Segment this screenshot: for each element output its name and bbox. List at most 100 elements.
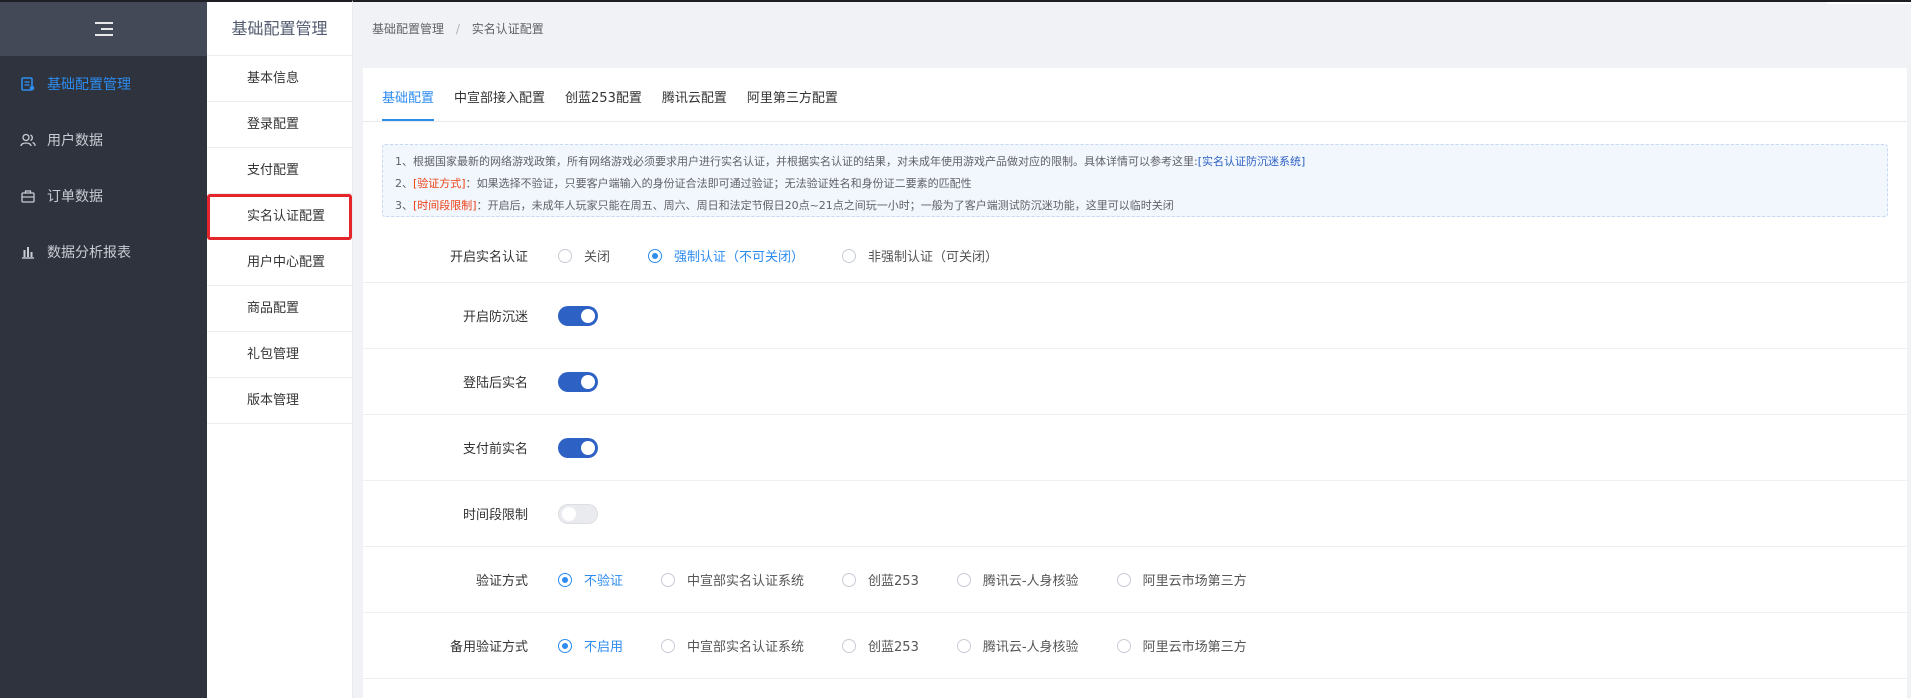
label-time-limit: 时间段限制: [462, 508, 528, 523]
submenu-item-basic-info[interactable]: 基本信息: [207, 56, 352, 102]
radio-label: 腾讯云-人身核验: [982, 640, 1079, 655]
breadcrumb-root[interactable]: 基础配置管理: [372, 22, 444, 36]
radio-label: 中宣部实名认证系统: [687, 640, 805, 655]
policy-notice: 1、根据国家最新的网络游戏政策，所有网络游戏必须要求用户进行实名认证，并根据实名…: [382, 144, 1888, 217]
notice-line-2: 2、[验证方式]：如果选择不验证，只要客户端输入的身份证合法即可通过验证；无法验…: [395, 173, 1875, 195]
submenu-item-user-center-config[interactable]: 用户中心配置: [207, 240, 352, 286]
radio-verify-tencent[interactable]: 腾讯云-人身核验: [956, 570, 1079, 589]
nav-item-config[interactable]: 基础配置管理: [0, 56, 207, 112]
config-tabs: 基础配置 中宣部接入配置 创蓝253配置 腾讯云配置 阿里第三方配置: [363, 68, 1907, 122]
tab-ali-thirdparty-config[interactable]: 阿里第三方配置: [747, 87, 838, 121]
sidebar-header: [0, 2, 207, 56]
nav-item-label: 用户数据: [47, 133, 103, 149]
notice-line-3-text: ：开启后，未成年人玩家只能在周五、周六、周日和法定节假日20点~21点之间玩一小…: [476, 199, 1174, 212]
tab-basic-config[interactable]: 基础配置: [382, 87, 435, 121]
notice-line-2-text: ：如果选择不验证，只要客户端输入的身份证合法即可通过验证；无法验证姓名和身份证二…: [465, 177, 972, 190]
radio-label: 中宣部实名认证系统: [687, 574, 805, 589]
verify-method-radio-group: 不验证 中宣部实名认证系统 创蓝253 腾讯云-人身核验 阿里云市场第三方: [548, 570, 1285, 589]
breadcrumb-current: 实名认证配置: [471, 22, 544, 36]
switch-after-login-realname[interactable]: [558, 371, 598, 392]
radio-label: 创蓝253: [868, 574, 919, 589]
radio-circle: [1116, 638, 1131, 653]
radio-circle: [956, 572, 971, 587]
radio-verify-propaganda[interactable]: 中宣部实名认证系统: [661, 570, 804, 589]
order-icon: [20, 188, 36, 204]
nav-item-label: 数据分析报表: [47, 245, 131, 261]
breadcrumb-separator: /: [455, 22, 460, 36]
row-backup-verify-method: 备用验证方式 不启用 中宣部实名认证系统 创蓝253 腾讯云-人身核验 阿里云市…: [363, 613, 1907, 679]
config-icon: [20, 76, 36, 92]
notice-line-1-text: 1、根据国家最新的网络游戏政策，所有网络游戏必须要求用户进行实名认证，并根据实名…: [395, 155, 1198, 168]
radio-backup-disabled[interactable]: 不启用: [558, 636, 623, 655]
radio-label: 阿里云市场第三方: [1142, 640, 1247, 655]
radio-circle: [956, 638, 971, 653]
radio-backup-ali[interactable]: 阿里云市场第三方: [1116, 636, 1247, 655]
submenu-item-gift-management[interactable]: 礼包管理: [207, 332, 352, 378]
window-edge: [1827, 2, 1911, 4]
radio-realname-optional[interactable]: 非强制认证（可关闭）: [842, 246, 998, 265]
config-submenu: 基础配置管理 基本信息 登录配置 支付配置 实名认证配置 用户中心配置 商品配置…: [207, 0, 353, 698]
radio-circle: [842, 248, 857, 263]
radio-verify-none[interactable]: 不验证: [558, 570, 623, 589]
radio-circle: [558, 248, 572, 263]
nav-item-label: 基础配置管理: [47, 77, 131, 93]
nav-item-reports[interactable]: 数据分析报表: [0, 224, 207, 280]
tab-chuanglan-config[interactable]: 创蓝253配置: [565, 87, 642, 121]
label-before-pay-realname: 支付前实名: [462, 442, 528, 457]
radio-circle: [661, 572, 676, 587]
main-sidebar: 基础配置管理 用户数据 订单数据 数据分析报表: [0, 0, 207, 698]
notice-tag-verify-method: [验证方式]: [413, 177, 466, 190]
notice-line-1: 1、根据国家最新的网络游戏政策，所有网络游戏必须要求用户进行实名认证，并根据实名…: [395, 151, 1875, 173]
radio-circle: [842, 572, 857, 587]
radio-label: 腾讯云-人身核验: [982, 574, 1079, 589]
tab-propaganda-dept-config[interactable]: 中宣部接入配置: [454, 87, 545, 121]
bar-chart-icon: [20, 244, 36, 260]
nav-item-label: 订单数据: [47, 189, 103, 205]
row-enable-realname: 开启实名认证 关闭 强制认证（不可关闭） 非强制认证（可关闭）: [363, 229, 1907, 283]
radio-backup-chuanglan[interactable]: 创蓝253: [842, 636, 919, 655]
row-after-login-realname: 登陆后实名: [363, 349, 1907, 415]
tab-tencent-cloud-config[interactable]: 腾讯云配置: [662, 87, 727, 121]
submenu-item-login-config[interactable]: 登录配置: [207, 102, 352, 148]
row-verify-method: 验证方式 不验证 中宣部实名认证系统 创蓝253 腾讯云-人身核验 阿里云市场第…: [363, 547, 1907, 613]
radio-label: 非强制认证（可关闭）: [868, 250, 999, 265]
row-anti-addiction: 开启防沉迷: [363, 283, 1907, 349]
notice-line-3: 3、[时间段限制]：开启后，未成年人玩家只能在周五、周六、周日和法定节假日20点…: [395, 195, 1875, 217]
row-before-pay-realname: 支付前实名: [363, 415, 1907, 481]
submenu-item-realname-config[interactable]: 实名认证配置: [207, 194, 352, 240]
label-anti-addiction: 开启防沉迷: [462, 310, 528, 325]
radio-circle: [558, 638, 572, 653]
radio-label: 不启用: [584, 640, 624, 655]
radio-circle: [1116, 572, 1131, 587]
switch-before-pay-realname[interactable]: [558, 437, 598, 458]
radio-label: 强制认证（不可关闭）: [674, 250, 805, 265]
nav-item-orders[interactable]: 订单数据: [0, 168, 207, 224]
nav-item-users[interactable]: 用户数据: [0, 112, 207, 168]
switch-anti-addiction[interactable]: [558, 305, 598, 326]
radio-circle: [842, 638, 857, 653]
label-enable-realname: 开启实名认证: [449, 250, 528, 265]
radio-backup-propaganda[interactable]: 中宣部实名认证系统: [661, 636, 804, 655]
breadcrumb: 基础配置管理 / 实名认证配置: [353, 2, 1911, 56]
radio-label: 不验证: [584, 574, 624, 589]
radio-verify-chuanglan[interactable]: 创蓝253: [842, 570, 919, 589]
notice-line-3-prefix: 3、: [395, 199, 413, 212]
menu-toggle-icon[interactable]: [94, 22, 113, 36]
users-icon: [20, 132, 36, 148]
anti-addiction-system-link[interactable]: [实名认证防沉迷系统]: [1198, 155, 1306, 168]
submenu-item-version-management[interactable]: 版本管理: [207, 378, 352, 424]
switch-time-limit[interactable]: [558, 503, 598, 524]
label-verify-method: 验证方式: [475, 574, 528, 589]
main-content: 基础配置管理 / 实名认证配置 基础配置 中宣部接入配置 创蓝253配置 腾讯云…: [353, 0, 1911, 698]
submenu-title: 基础配置管理: [207, 2, 352, 56]
notice-tag-time-limit: [时间段限制]: [413, 199, 477, 212]
realname-radio-group: 关闭 强制认证（不可关闭） 非强制认证（可关闭）: [548, 246, 1036, 265]
submenu-item-product-config[interactable]: 商品配置: [207, 286, 352, 332]
radio-realname-off[interactable]: 关闭: [558, 246, 610, 265]
radio-label: 阿里云市场第三方: [1142, 574, 1247, 589]
submenu-item-payment-config[interactable]: 支付配置: [207, 148, 352, 194]
radio-realname-forced[interactable]: 强制认证（不可关闭）: [648, 246, 804, 265]
notice-line-2-prefix: 2、: [395, 177, 413, 190]
radio-verify-ali[interactable]: 阿里云市场第三方: [1116, 570, 1247, 589]
radio-backup-tencent[interactable]: 腾讯云-人身核验: [956, 636, 1079, 655]
